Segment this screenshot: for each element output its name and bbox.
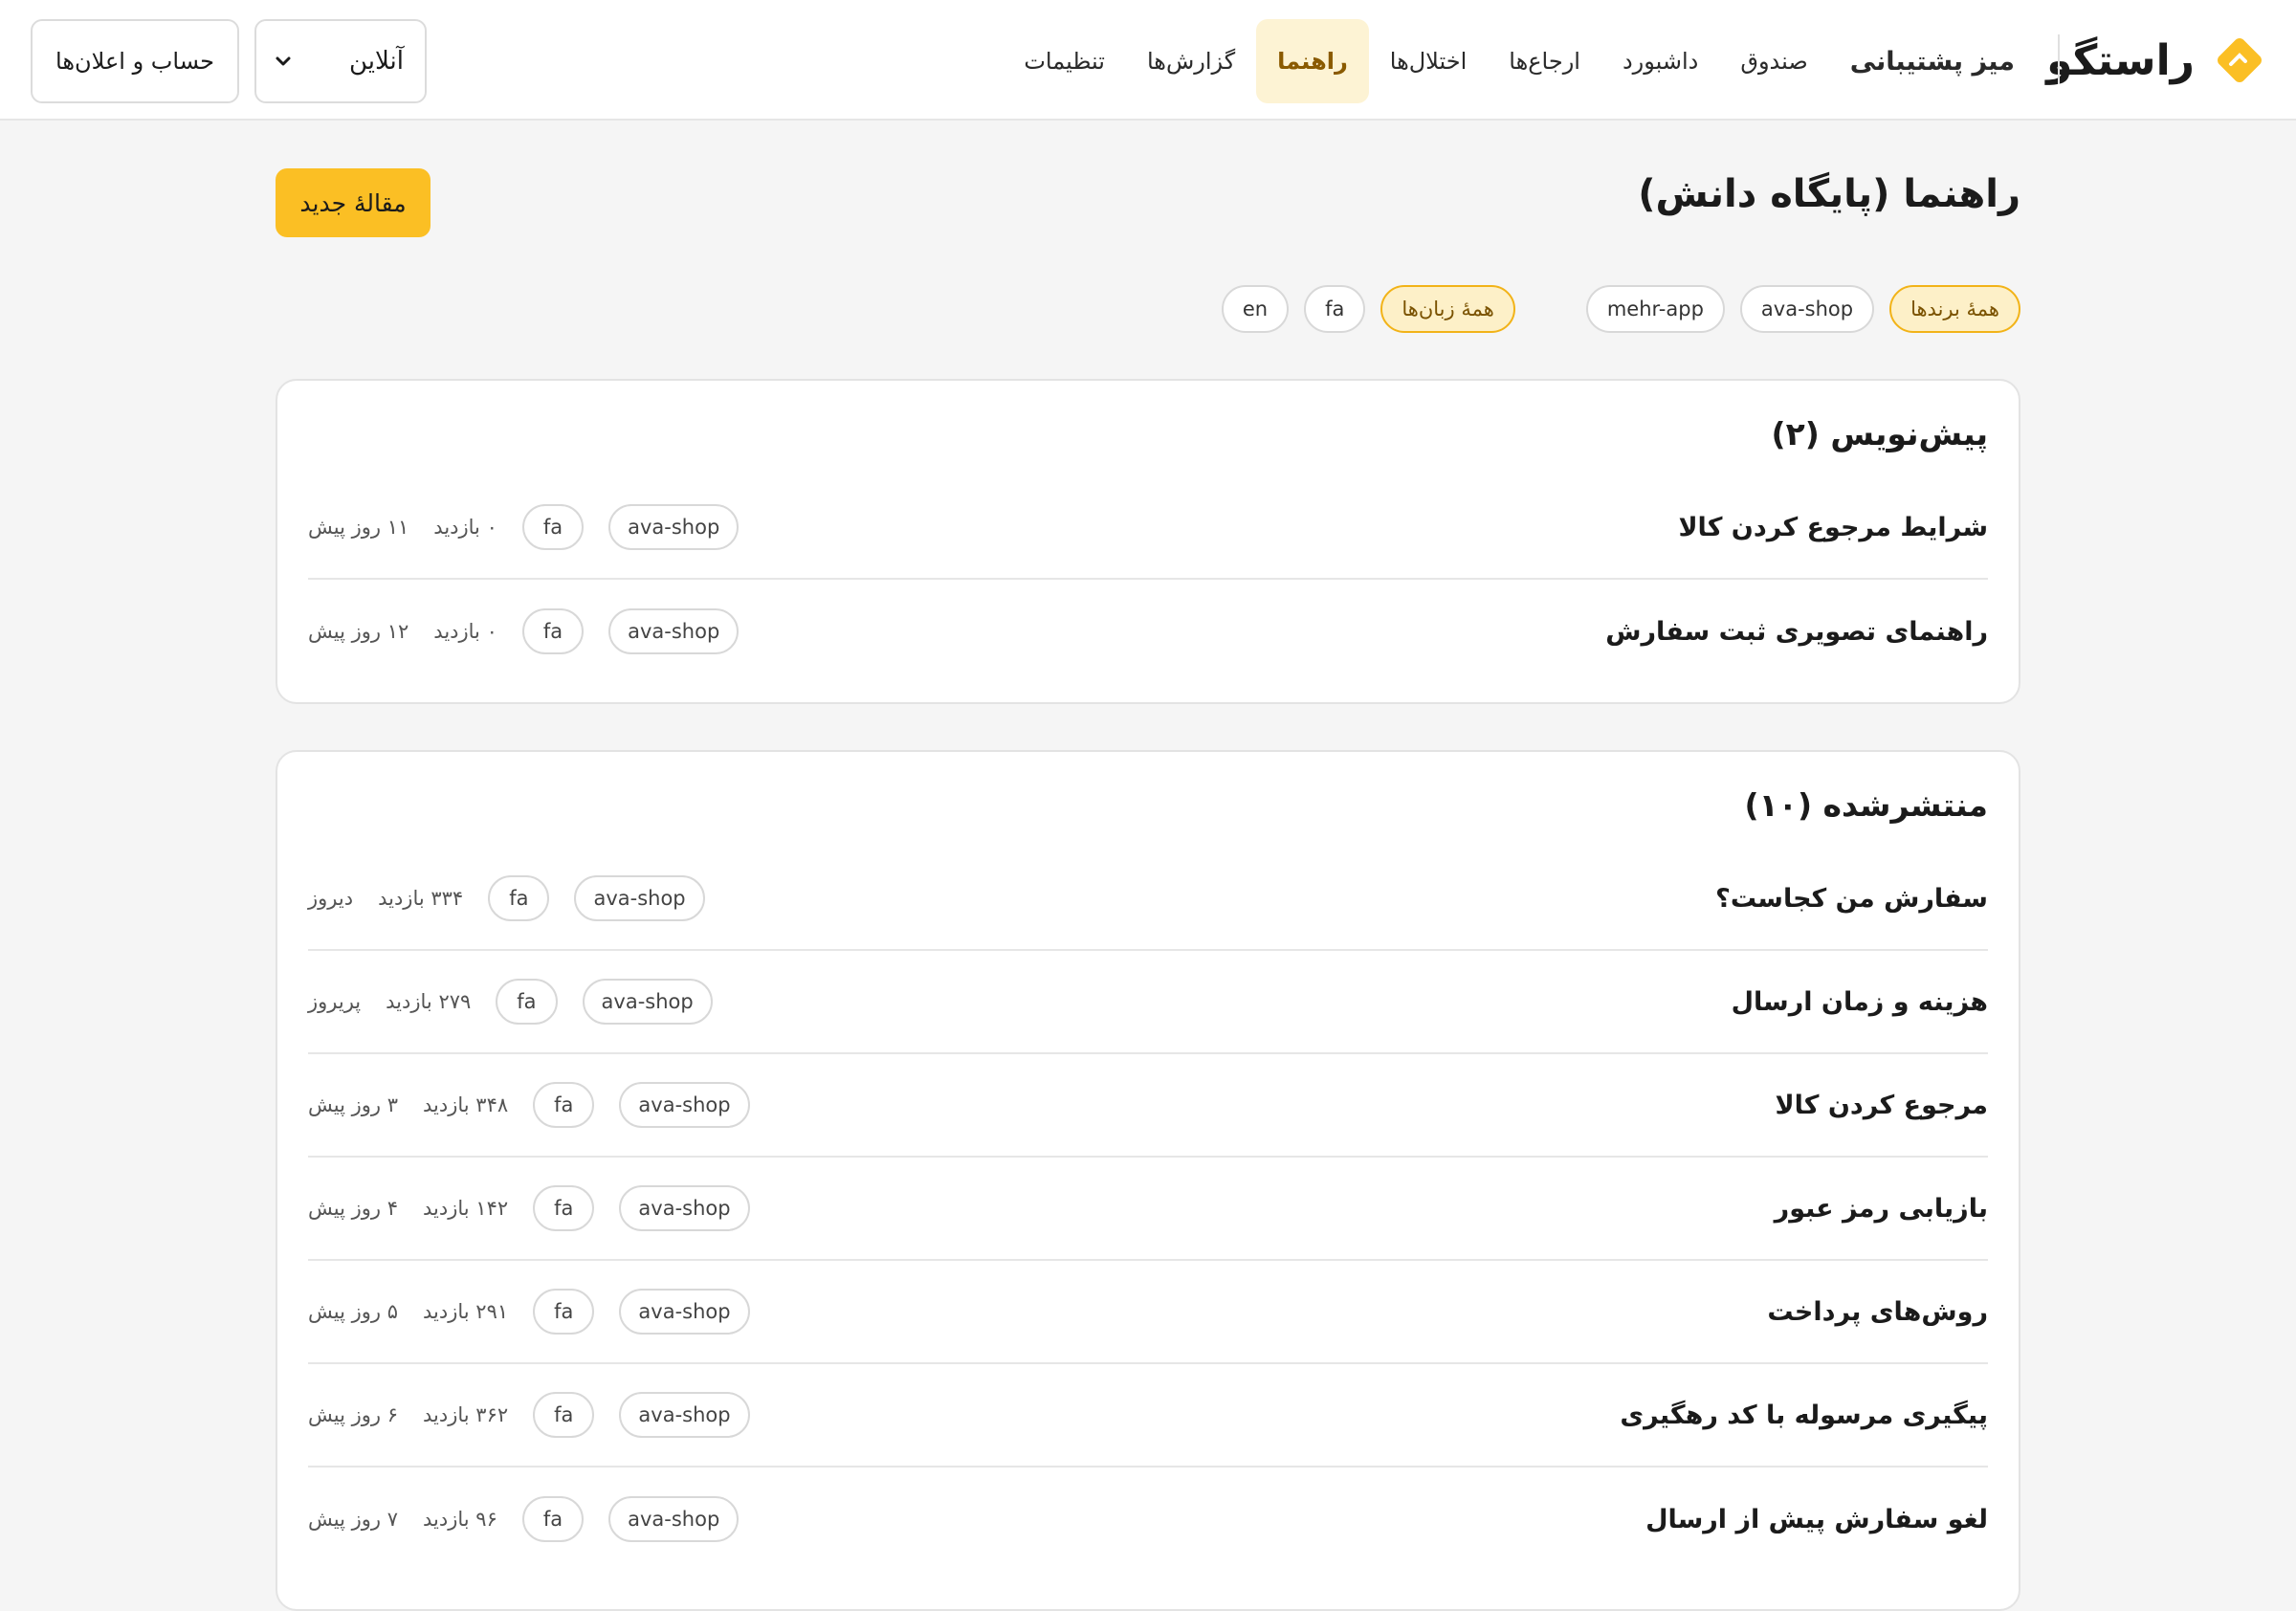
- article-meta: ava-shop fa ۰ بازدید ۱۱ روز پیش: [308, 504, 740, 550]
- page-title: راهنما (پایگاه دانش): [1638, 172, 2020, 216]
- article-title[interactable]: بازیابی رمز عبور: [1775, 1194, 1988, 1224]
- brand-tag: ava-shop: [574, 875, 705, 921]
- article-date: دیروز: [308, 887, 354, 910]
- language-tag: fa: [521, 608, 585, 654]
- article-row[interactable]: پیگیری مرسوله با کد رهگیری ava-shop fa ۳…: [308, 1364, 1988, 1468]
- nav-item-outages[interactable]: اختلال‌ها: [1369, 19, 1488, 103]
- article-date: ۶ روز پیش: [308, 1403, 399, 1426]
- language-tag: fa: [533, 1392, 595, 1438]
- filter-lang-fa[interactable]: fa: [1304, 285, 1366, 333]
- brand-tag: ava-shop: [619, 1392, 750, 1438]
- filter-brand-ava-shop[interactable]: ava-shop: [1739, 285, 1875, 333]
- filter-bar: همهٔ برندها ava-shop mehr-app همهٔ زبان‌…: [1221, 285, 2020, 333]
- nav-item-referrals[interactable]: ارجاع‌ها: [1488, 19, 1601, 103]
- article-title[interactable]: سفارش من کجاست؟: [1715, 884, 1988, 914]
- article-title[interactable]: مرجوع کردن کالا: [1776, 1091, 1989, 1120]
- article-title[interactable]: پیگیری مرسوله با کد رهگیری: [1620, 1401, 1988, 1430]
- top-bar: راستگو میز پشتیبانی صندوق داشبورد ارجاع‌…: [0, 0, 2296, 121]
- brand-tag: ava-shop: [582, 979, 713, 1025]
- article-title[interactable]: لغو سفارش پیش از ارسال: [1645, 1505, 1988, 1534]
- language-tag: fa: [533, 1289, 595, 1335]
- language-tag: fa: [521, 1496, 585, 1542]
- article-meta: ava-shop fa ۳۴۸ بازدید ۳ روز پیش: [308, 1082, 750, 1128]
- nav-item-dashboard[interactable]: داشبورد: [1601, 19, 1719, 103]
- article-date: ۴ روز پیش: [308, 1197, 399, 1220]
- article-title[interactable]: هزینه و زمان ارسال: [1732, 987, 1988, 1017]
- status-select[interactable]: آنلاین: [254, 19, 427, 103]
- filter-lang-all[interactable]: همهٔ زبان‌ها: [1380, 285, 1515, 333]
- drafts-title: پیش‌نویس (۲): [1771, 415, 1988, 452]
- brand-tag: ava-shop: [619, 1289, 750, 1335]
- article-title[interactable]: راهنمای تصویری ثبت سفارش: [1605, 617, 1988, 647]
- nav-item-reports[interactable]: گزارش‌ها: [1126, 19, 1256, 103]
- article-row[interactable]: هزینه و زمان ارسال ava-shop fa ۲۷۹ بازدی…: [308, 951, 1988, 1054]
- published-list: سفارش من کجاست؟ ava-shop fa ۳۳۴ بازدید د…: [308, 848, 1988, 1571]
- language-tag: fa: [488, 875, 550, 921]
- view-count: ۳۳۴ بازدید: [378, 887, 464, 910]
- view-count: ۰ بازدید: [433, 516, 497, 539]
- article-title[interactable]: شرایط مرجوع کردن کالا: [1678, 513, 1988, 542]
- published-card: منتشرشده (۱۰) سفارش من کجاست؟ ava-shop f…: [276, 750, 2020, 1611]
- view-count: ۲۷۹ بازدید: [386, 990, 472, 1013]
- article-date: ۳ روز پیش: [308, 1093, 399, 1116]
- view-count: ۱۴۲ بازدید: [423, 1197, 509, 1220]
- article-row[interactable]: شرایط مرجوع کردن کالا ava-shop fa ۰ بازد…: [308, 476, 1988, 580]
- nav-item-settings[interactable]: تنظیمات: [1003, 19, 1126, 103]
- brand-tag: ava-shop: [608, 1496, 740, 1542]
- article-meta: ava-shop fa ۹۶ بازدید ۷ روز پیش: [308, 1496, 740, 1542]
- chevron-down-icon: [276, 56, 291, 66]
- brand-tag: ava-shop: [619, 1082, 750, 1128]
- article-title[interactable]: روش‌های پرداخت: [1767, 1297, 1988, 1327]
- article-row[interactable]: سفارش من کجاست؟ ava-shop fa ۳۳۴ بازدید د…: [308, 848, 1988, 951]
- brand-logo-icon: [2218, 38, 2262, 82]
- brand-tag: ava-shop: [608, 504, 740, 550]
- view-count: ۳۴۸ بازدید: [423, 1093, 509, 1116]
- filter-brand-all[interactable]: همهٔ برندها: [1889, 285, 2020, 333]
- view-count: ۹۶ بازدید: [423, 1508, 497, 1531]
- language-tag: fa: [533, 1082, 595, 1128]
- article-meta: ava-shop fa ۲۷۹ بازدید پریروز: [308, 979, 713, 1025]
- article-date: پریروز: [308, 990, 362, 1013]
- new-article-button[interactable]: مقالهٔ جدید: [276, 168, 430, 237]
- nav-item-inbox[interactable]: صندوق: [1719, 19, 1828, 103]
- article-row[interactable]: مرجوع کردن کالا ava-shop fa ۳۴۸ بازدید ۳…: [308, 1054, 1988, 1158]
- article-meta: ava-shop fa ۱۴۲ بازدید ۴ روز پیش: [308, 1185, 750, 1231]
- language-tag: fa: [521, 504, 585, 550]
- view-count: ۰ بازدید: [433, 620, 497, 643]
- filter-lang-en[interactable]: en: [1221, 285, 1290, 333]
- main-nav: میز پشتیبانی صندوق داشبورد ارجاع‌ها اختل…: [1003, 19, 2036, 103]
- published-title: منتشرشده (۱۰): [1744, 786, 1988, 824]
- language-tag: fa: [496, 979, 558, 1025]
- article-date: ۷ روز پیش: [308, 1508, 399, 1531]
- brand-name: راستگو: [2046, 35, 2195, 85]
- article-date: ۵ روز پیش: [308, 1300, 399, 1323]
- article-meta: ava-shop fa ۲۹۱ بازدید ۵ روز پیش: [308, 1289, 750, 1335]
- article-row[interactable]: روش‌های پرداخت ava-shop fa ۲۹۱ بازدید ۵ …: [308, 1261, 1988, 1364]
- article-meta: ava-shop fa ۳۶۲ بازدید ۶ روز پیش: [308, 1392, 750, 1438]
- article-row[interactable]: بازیابی رمز عبور ava-shop fa ۱۴۲ بازدید …: [308, 1158, 1988, 1261]
- divider: [2058, 34, 2060, 84]
- brand-tag: ava-shop: [608, 608, 740, 654]
- nav-app-name[interactable]: میز پشتیبانی: [1829, 19, 2036, 103]
- article-row[interactable]: راهنمای تصویری ثبت سفارش ava-shop fa ۰ ب…: [308, 580, 1988, 683]
- nav-item-help[interactable]: راهنما: [1256, 19, 1369, 103]
- status-select-value: آنلاین: [348, 47, 404, 76]
- drafts-list: شرایط مرجوع کردن کالا ava-shop fa ۰ بازد…: [308, 476, 1988, 683]
- view-count: ۳۶۲ بازدید: [423, 1403, 509, 1426]
- drafts-card: پیش‌نویس (۲) شرایط مرجوع کردن کالا ava-s…: [276, 379, 2020, 704]
- view-count: ۲۹۱ بازدید: [423, 1300, 509, 1323]
- account-button[interactable]: حساب و اعلان‌ها: [31, 19, 239, 103]
- brand-tag: ava-shop: [619, 1185, 750, 1231]
- article-date: ۱۲ روز پیش: [308, 620, 409, 643]
- filter-brand-mehr-app[interactable]: mehr-app: [1585, 285, 1725, 333]
- article-row[interactable]: لغو سفارش پیش از ارسال ava-shop fa ۹۶ با…: [308, 1468, 1988, 1571]
- article-date: ۱۱ روز پیش: [308, 516, 409, 539]
- article-meta: ava-shop fa ۰ بازدید ۱۲ روز پیش: [308, 608, 740, 654]
- brand[interactable]: راستگو: [2046, 27, 2265, 94]
- language-tag: fa: [533, 1185, 595, 1231]
- article-meta: ava-shop fa ۳۳۴ بازدید دیروز: [308, 875, 705, 921]
